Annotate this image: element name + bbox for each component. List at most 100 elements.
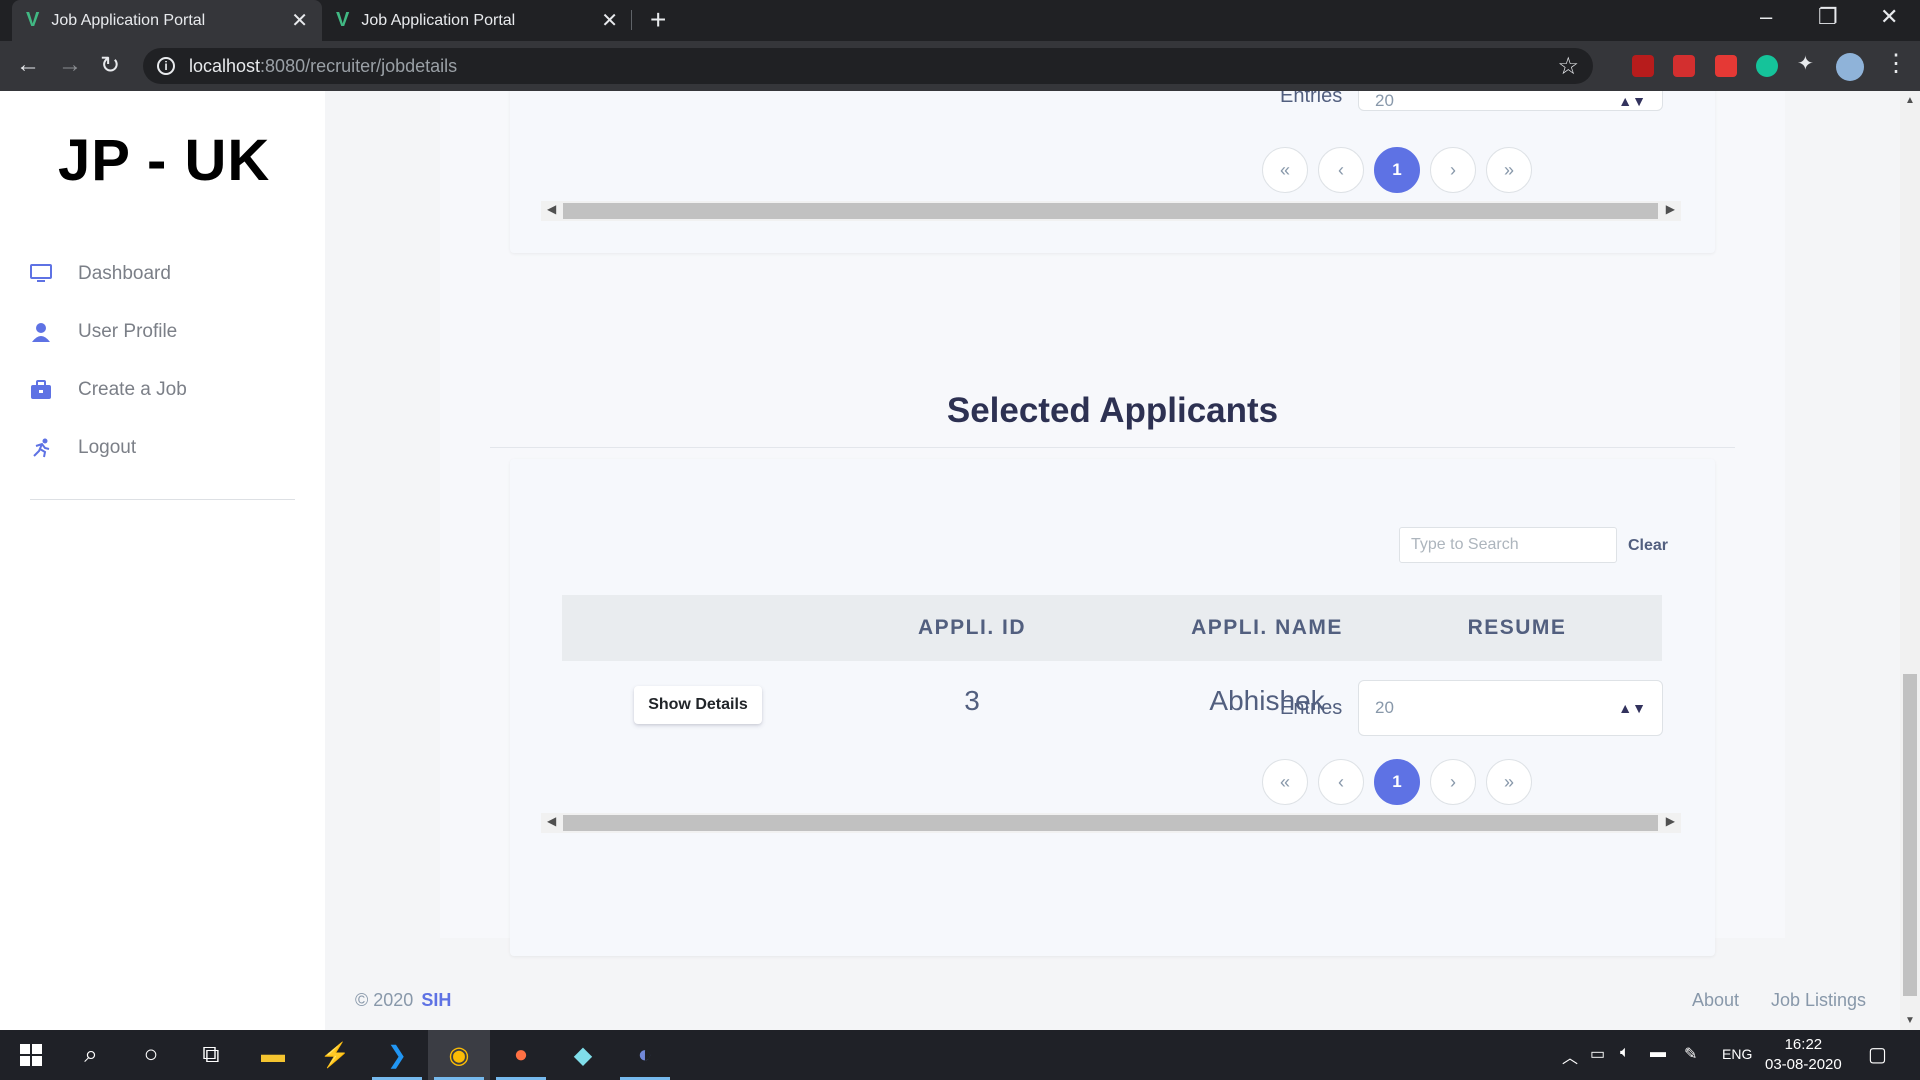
page-current-button[interactable]: 1: [1374, 147, 1420, 193]
applicants-card-top: [510, 91, 1715, 253]
tab-title: Job Application Portal: [51, 11, 206, 29]
scroll-right-icon[interactable]: ▶: [1666, 814, 1675, 828]
notifications-icon[interactable]: ▢: [1868, 1042, 1887, 1067]
grammarly-extension-icon[interactable]: [1756, 55, 1778, 77]
footer-link-job-listings[interactable]: Job Listings: [1771, 990, 1866, 1011]
app-logo[interactable]: JP - UK: [58, 127, 270, 194]
page-first-button[interactable]: «: [1262, 147, 1308, 193]
address-bar[interactable]: i localhost :8080/recruiter/jobdetails ☆: [143, 48, 1593, 84]
tab-separator: [631, 10, 632, 30]
clock-time: 16:22: [1784, 1036, 1823, 1053]
brand-link[interactable]: SIH: [421, 990, 451, 1010]
url-host: localhost: [189, 55, 261, 76]
sidebar-item-label: Create a Job: [78, 379, 187, 400]
browser-tab-bar: V Job Application Portal ✕ V Job Applica…: [0, 0, 1920, 41]
sidebar-item-user-profile[interactable]: User Profile: [30, 321, 177, 343]
file-explorer-icon[interactable]: ▬: [242, 1030, 304, 1080]
task-view-icon[interactable]: ⧉: [180, 1030, 242, 1080]
app-icon[interactable]: ◆: [552, 1030, 614, 1080]
volume-icon[interactable]: 🔈︎: [1620, 1044, 1630, 1062]
windows-start-icon[interactable]: [0, 1030, 62, 1080]
page-current-button[interactable]: 1: [1374, 759, 1420, 805]
clock[interactable]: 16:22 03-08-2020: [1765, 1035, 1842, 1075]
network-icon[interactable]: ▭: [1590, 1044, 1605, 1064]
show-details-button[interactable]: Show Details: [634, 686, 762, 724]
scrollbar-thumb[interactable]: [563, 203, 1658, 219]
tab-close-icon[interactable]: ✕: [291, 8, 308, 33]
entries-label: Entries: [1280, 91, 1343, 107]
scroll-right-icon[interactable]: ▶: [1666, 202, 1675, 216]
search-icon[interactable]: ⌕: [60, 1030, 122, 1080]
scroll-up-icon[interactable]: ▲: [1905, 95, 1915, 106]
table-horizontal-scrollbar[interactable]: ◀ ▶: [541, 813, 1681, 833]
extension-badge-icon[interactable]: [1715, 55, 1737, 77]
url-path: :8080/recruiter/jobdetails: [260, 55, 458, 76]
entries-select[interactable]: 20 ▲▼: [1358, 91, 1663, 111]
page-last-button[interactable]: »: [1486, 147, 1532, 193]
column-header-id[interactable]: APPLI. ID: [892, 595, 1052, 661]
minimize-icon[interactable]: –: [1760, 4, 1772, 30]
language-indicator[interactable]: ENG: [1722, 1046, 1752, 1062]
bookmark-star-icon[interactable]: ☆: [1557, 52, 1579, 81]
cortana-icon[interactable]: ○: [120, 1030, 182, 1080]
sidebar-item-label: User Profile: [78, 321, 178, 342]
tray-expand-icon[interactable]: ︿: [1562, 1044, 1578, 1068]
browser-tab[interactable]: V Job Application Portal ✕: [322, 0, 632, 41]
table-horizontal-scrollbar[interactable]: ◀ ▶: [541, 201, 1681, 221]
sidebar-item-logout[interactable]: Logout: [30, 437, 136, 459]
page-next-button[interactable]: ›: [1430, 147, 1476, 193]
main-content: Entries 20 ▲▼ « ‹ 1 › » ◀ ▶ Selected App…: [325, 91, 1900, 1030]
new-tab-icon[interactable]: +: [650, 4, 666, 36]
entries-select[interactable]: 20 ▲▼: [1358, 680, 1663, 736]
scroll-down-icon[interactable]: ▼: [1905, 1015, 1915, 1026]
profile-avatar[interactable]: [1836, 53, 1864, 81]
scroll-left-icon[interactable]: ◀: [547, 814, 556, 828]
page-last-button[interactable]: »: [1486, 759, 1532, 805]
site-info-icon[interactable]: i: [157, 57, 175, 75]
footer-link-about[interactable]: About: [1692, 990, 1739, 1011]
vertical-scrollbar-thumb[interactable]: [1903, 674, 1917, 996]
cell-appli-id: 3: [964, 685, 980, 716]
lastpass-extension-icon[interactable]: [1673, 55, 1695, 77]
page-next-button[interactable]: ›: [1430, 759, 1476, 805]
search-input[interactable]: Type to Search: [1399, 527, 1617, 563]
battery-icon[interactable]: ▬: [1650, 1044, 1666, 1062]
browser-tab-active[interactable]: V Job Application Portal ✕: [12, 0, 322, 41]
page-prev-button[interactable]: ‹: [1318, 759, 1364, 805]
scroll-left-icon[interactable]: ◀: [547, 202, 556, 216]
page-vertical-scrollbar[interactable]: ▲ ▼: [1900, 91, 1920, 1030]
clear-button[interactable]: Clear: [1628, 537, 1668, 555]
user-icon: [30, 321, 52, 343]
predator-sense-icon[interactable]: ⚡: [304, 1030, 366, 1080]
browser-menu-icon[interactable]: ⋮: [1884, 49, 1908, 78]
taskbar: ⌕ ○ ⧉ ▬ ⚡ ❯ ◉ ● ◆ ◐ ︿ ▭ 🔈︎ ▬ ✎ ENG 16:22…: [0, 1030, 1920, 1080]
postman-icon[interactable]: ●: [490, 1030, 552, 1080]
extensions-puzzle-icon[interactable]: ✦: [1797, 51, 1819, 75]
restore-icon[interactable]: ❐: [1818, 4, 1838, 30]
ublock-extension-icon[interactable]: [1632, 55, 1654, 77]
tab-close-icon[interactable]: ✕: [601, 8, 618, 33]
vscode-icon[interactable]: ❯: [366, 1030, 428, 1080]
window-close-icon[interactable]: ✕: [1880, 4, 1898, 30]
page-first-button[interactable]: «: [1262, 759, 1308, 805]
vue-logo-icon: V: [336, 9, 350, 31]
copyright-text: © 2020: [355, 990, 414, 1010]
back-icon[interactable]: ←: [16, 51, 40, 79]
discord-icon[interactable]: ◐: [614, 1030, 676, 1080]
copyright: © 2020 SIH: [355, 990, 451, 1011]
section-divider: [490, 447, 1735, 448]
pen-icon[interactable]: ✎: [1684, 1044, 1697, 1064]
page-prev-button[interactable]: ‹: [1318, 147, 1364, 193]
scrollbar-thumb[interactable]: [563, 815, 1658, 831]
forward-icon[interactable]: →: [58, 51, 82, 79]
table-header: APPLI. ID APPLI. NAME RESUME: [562, 595, 1662, 661]
sidebar-divider: [30, 499, 295, 500]
column-header-resume[interactable]: RESUME: [1442, 595, 1592, 661]
sidebar-item-create-job[interactable]: Create a Job: [30, 379, 187, 401]
column-header-name[interactable]: APPLI. NAME: [1162, 595, 1372, 661]
sidebar-item-dashboard[interactable]: Dashboard: [30, 263, 171, 285]
entries-value: 20: [1375, 698, 1394, 717]
footer: © 2020 SIH About Job Listings: [325, 980, 1900, 1030]
chrome-icon[interactable]: ◉: [428, 1030, 490, 1080]
reload-icon[interactable]: ↻: [100, 51, 120, 80]
